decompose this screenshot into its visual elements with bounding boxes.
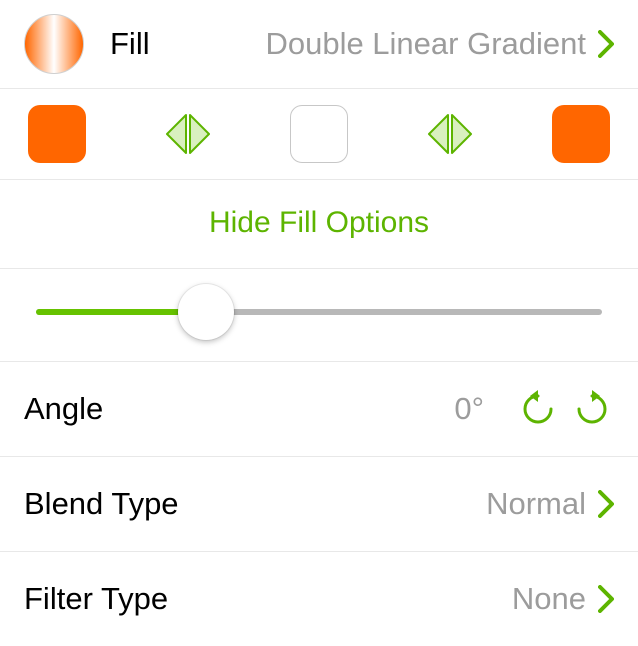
swatch-right[interactable]: [552, 105, 610, 163]
filter-type-label: Filter Type: [24, 581, 168, 617]
swatch-mid[interactable]: [290, 105, 348, 163]
filter-type-value: None: [512, 581, 586, 617]
angle-row: Angle 0°: [0, 362, 638, 456]
blend-type-value: Normal: [486, 486, 586, 522]
rotate-cw-button[interactable]: [570, 387, 614, 431]
chevron-right-icon: [598, 30, 614, 58]
flip-left-button[interactable]: [164, 110, 212, 158]
fill-label: Fill: [110, 26, 150, 62]
rotate-ccw-button[interactable]: [516, 387, 560, 431]
slider-thumb[interactable]: [178, 284, 234, 340]
gradient-swatches-row: [0, 89, 638, 179]
swatch-left[interactable]: [28, 105, 86, 163]
chevron-right-icon: [598, 490, 614, 518]
flip-right-button[interactable]: [426, 110, 474, 158]
fill-type-value: Double Linear Gradient: [265, 26, 586, 62]
angle-value: 0°: [454, 391, 484, 427]
chevron-right-icon: [598, 585, 614, 613]
blend-type-row[interactable]: Blend Type Normal: [0, 457, 638, 551]
filter-type-row[interactable]: Filter Type None: [0, 552, 638, 646]
opacity-slider-row: [0, 269, 638, 361]
gradient-preview-circle: [24, 14, 84, 74]
opacity-slider[interactable]: [36, 309, 602, 315]
angle-label: Angle: [24, 391, 103, 427]
hide-fill-options-button[interactable]: Hide Fill Options: [0, 180, 638, 268]
fill-header-row[interactable]: Fill Double Linear Gradient: [0, 0, 638, 88]
blend-type-label: Blend Type: [24, 486, 179, 522]
